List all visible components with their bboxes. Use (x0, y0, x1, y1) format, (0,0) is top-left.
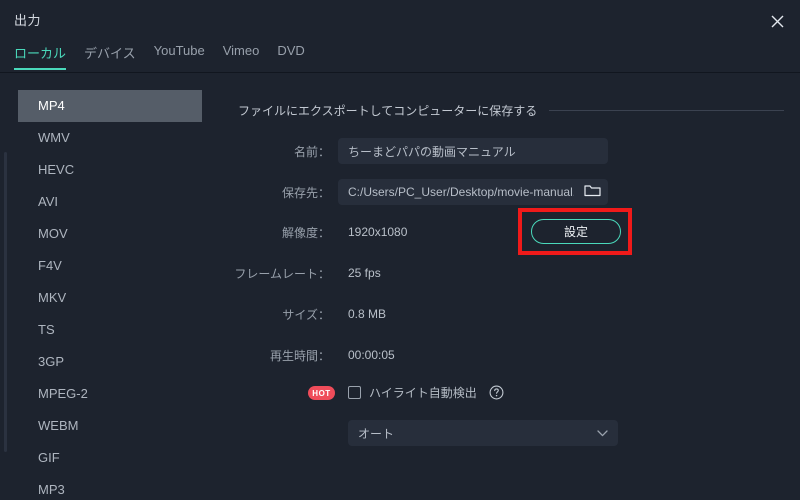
resolution-value: 1920x1080 (348, 225, 408, 239)
help-circle-icon[interactable] (489, 385, 504, 400)
path-input-wrapper (338, 179, 608, 205)
path-row: 保存先： (202, 179, 800, 205)
format-item-wmv[interactable]: WMV (18, 122, 202, 154)
size-row: サイズ： 0.8 MB (202, 301, 800, 327)
format-item-f4v[interactable]: F4V (18, 250, 202, 282)
resolution-row: 解像度： 1920x1080 (202, 219, 800, 245)
auto-mode-select[interactable]: オート (348, 420, 618, 446)
format-item-label: MPEG-2 (38, 386, 88, 401)
format-item-label: WMV (38, 130, 70, 145)
duration-row: 再生時間： 00:00:05 (202, 342, 800, 368)
size-label: サイズ： (282, 307, 330, 322)
framerate-value: 25 fps (348, 266, 381, 280)
title-bar: 出力 ローカル デバイス YouTube Vimeo DVD (0, 0, 800, 73)
tab-bar: ローカル デバイス YouTube Vimeo DVD (0, 43, 305, 73)
tab-vimeo-label: Vimeo (222, 43, 260, 58)
name-row: 名前： (202, 138, 800, 164)
duration-label: 再生時間： (269, 348, 330, 363)
hot-badge: HOT (308, 386, 335, 400)
sidebar-scrollbar[interactable] (4, 152, 7, 452)
format-item-mpeg2[interactable]: MPEG-2 (18, 378, 202, 410)
section-header: ファイルにエクスポートしてコンピューターに保存する (238, 102, 784, 119)
framerate-row: フレームレート： 25 fps (202, 260, 800, 286)
auto-mode-select-value: オート (358, 426, 395, 441)
format-item-webm[interactable]: WEBM (18, 410, 202, 442)
highlight-detect-label[interactable]: ハイライト自動検出 (369, 384, 477, 401)
format-item-mov[interactable]: MOV (18, 218, 202, 250)
format-item-label: MP4 (38, 98, 65, 113)
format-item-mkv[interactable]: MKV (18, 282, 202, 314)
highlight-detect-row: ハイライト自動検出 (348, 384, 504, 401)
format-item-ts[interactable]: TS (18, 314, 202, 346)
format-item-label: HEVC (38, 162, 75, 177)
tab-local-label: ローカル (14, 46, 67, 61)
highlight-detect-checkbox[interactable] (348, 386, 361, 399)
tab-youtube-label: YouTube (153, 43, 205, 58)
duration-value: 00:00:05 (348, 348, 395, 362)
path-input[interactable] (338, 179, 608, 205)
format-item-hevc[interactable]: HEVC (18, 154, 202, 186)
format-item-label: TS (38, 322, 55, 337)
tab-local[interactable]: ローカル (14, 43, 67, 70)
format-item-label: GIF (38, 450, 60, 465)
format-item-label: MKV (38, 290, 67, 305)
format-list: MP4 WMV HEVC AVI MOV F4V MKV TS 3GP MPEG… (18, 90, 202, 500)
format-sidebar: MP4 WMV HEVC AVI MOV F4V MKV TS 3GP MPEG… (0, 74, 202, 500)
framerate-label: フレームレート： (234, 266, 330, 281)
window-title: 出力 (14, 13, 42, 28)
format-item-label: MP3 (38, 482, 65, 497)
chevron-down-icon (597, 429, 618, 437)
format-item-label: 3GP (38, 354, 65, 369)
tab-youtube[interactable]: YouTube (154, 43, 205, 66)
section-title: ファイルにエクスポートしてコンピューターに保存する (238, 104, 538, 118)
format-item-gif[interactable]: GIF (18, 442, 202, 474)
tab-device[interactable]: デバイス (84, 43, 136, 70)
settings-button[interactable]: 設定 (531, 219, 621, 244)
format-item-avi[interactable]: AVI (18, 186, 202, 218)
path-label: 保存先： (281, 185, 330, 200)
format-item-mp3[interactable]: MP3 (18, 474, 202, 500)
tab-dvd-label: DVD (277, 43, 305, 58)
folder-browse-button[interactable] (582, 183, 602, 201)
format-item-label: WEBM (38, 418, 79, 433)
format-item-label: MOV (38, 226, 68, 241)
format-item-3gp[interactable]: 3GP (18, 346, 202, 378)
section-divider (549, 110, 784, 111)
size-value: 0.8 MB (348, 307, 387, 321)
tab-device-label: デバイス (84, 46, 136, 61)
tab-dvd[interactable]: DVD (277, 43, 304, 66)
name-input[interactable] (338, 138, 608, 164)
close-button[interactable] (760, 6, 794, 36)
tab-vimeo[interactable]: Vimeo (223, 43, 260, 66)
resolution-label: 解像度： (281, 225, 330, 240)
folder-icon (583, 183, 601, 202)
format-item-mp4[interactable]: MP4 (18, 90, 202, 122)
close-icon (771, 15, 784, 28)
format-item-label: F4V (38, 258, 62, 273)
name-label: 名前： (293, 144, 330, 159)
format-item-label: AVI (38, 194, 58, 209)
